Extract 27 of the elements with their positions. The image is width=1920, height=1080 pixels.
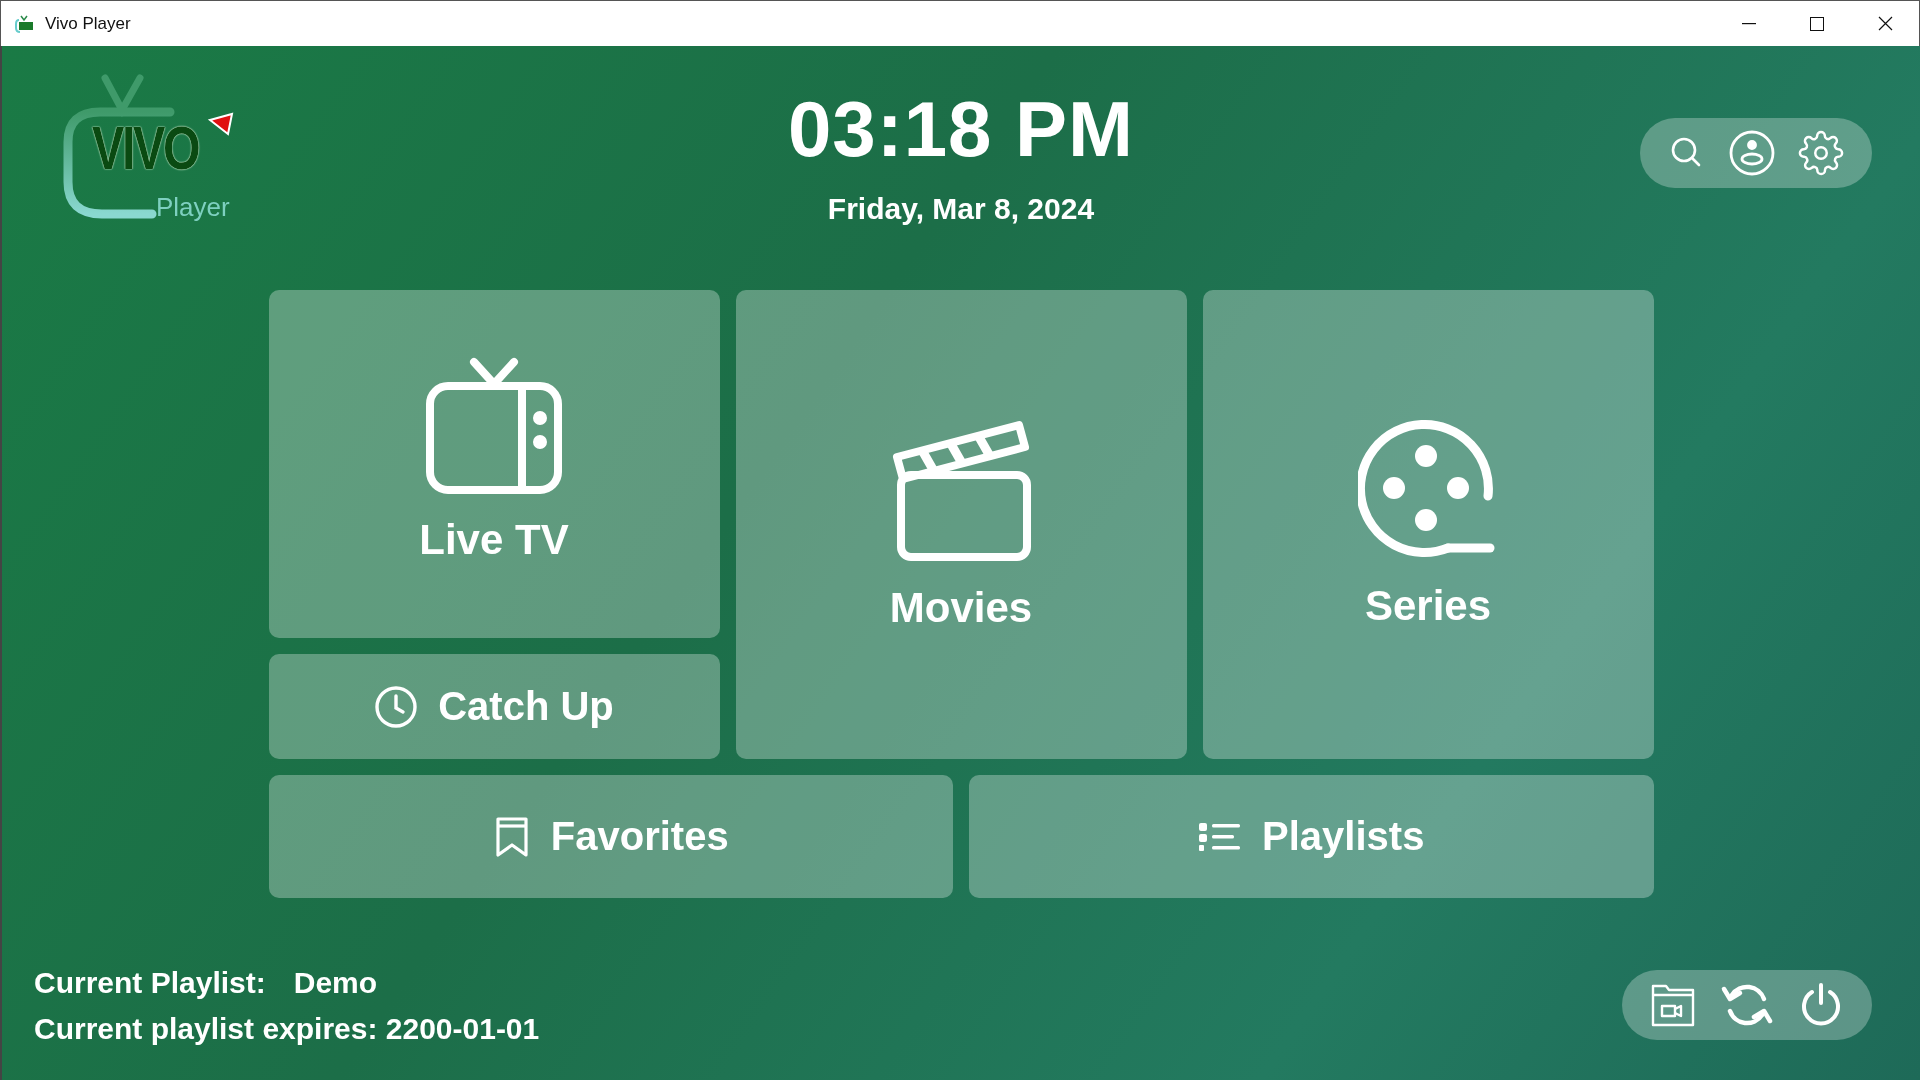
maximize-icon: [1810, 16, 1824, 31]
tv-icon: [424, 356, 564, 496]
video-folder-icon: [1650, 982, 1696, 1028]
playlist-label: Current Playlist:: [34, 966, 266, 1000]
series-tile[interactable]: Series: [1202, 290, 1654, 759]
catch-up-button[interactable]: Catch Up: [268, 654, 720, 759]
account-icon: [1728, 129, 1776, 177]
playlists-button[interactable]: Playlists: [969, 775, 1654, 898]
app-icon: [15, 14, 35, 33]
list-icon: [1198, 820, 1243, 853]
playlist-expiry: Current playlist expires: 2200-01-01: [34, 1012, 540, 1046]
playlist-name: Demo: [293, 966, 378, 1000]
window-title: Vivo Player: [45, 13, 132, 34]
settings-button[interactable]: [1798, 130, 1844, 176]
logo-subtitle: Player: [156, 192, 230, 223]
movies-tile[interactable]: Movies: [735, 290, 1187, 759]
logo-wordmark: VIVO: [92, 112, 199, 183]
clock-icon: [374, 684, 419, 729]
settings-icon: [1798, 130, 1844, 176]
close-icon: [1877, 16, 1893, 31]
live-tv-tile[interactable]: Live TV: [268, 290, 720, 638]
clock-date: Friday, Mar 8, 2024: [827, 192, 1095, 226]
account-button[interactable]: [1728, 129, 1776, 177]
favorites-button[interactable]: Favorites: [268, 775, 953, 898]
clock-time: 03:18 PM: [787, 90, 1135, 168]
media-folder-button[interactable]: [1650, 982, 1696, 1028]
minimize-icon: [1742, 22, 1756, 25]
